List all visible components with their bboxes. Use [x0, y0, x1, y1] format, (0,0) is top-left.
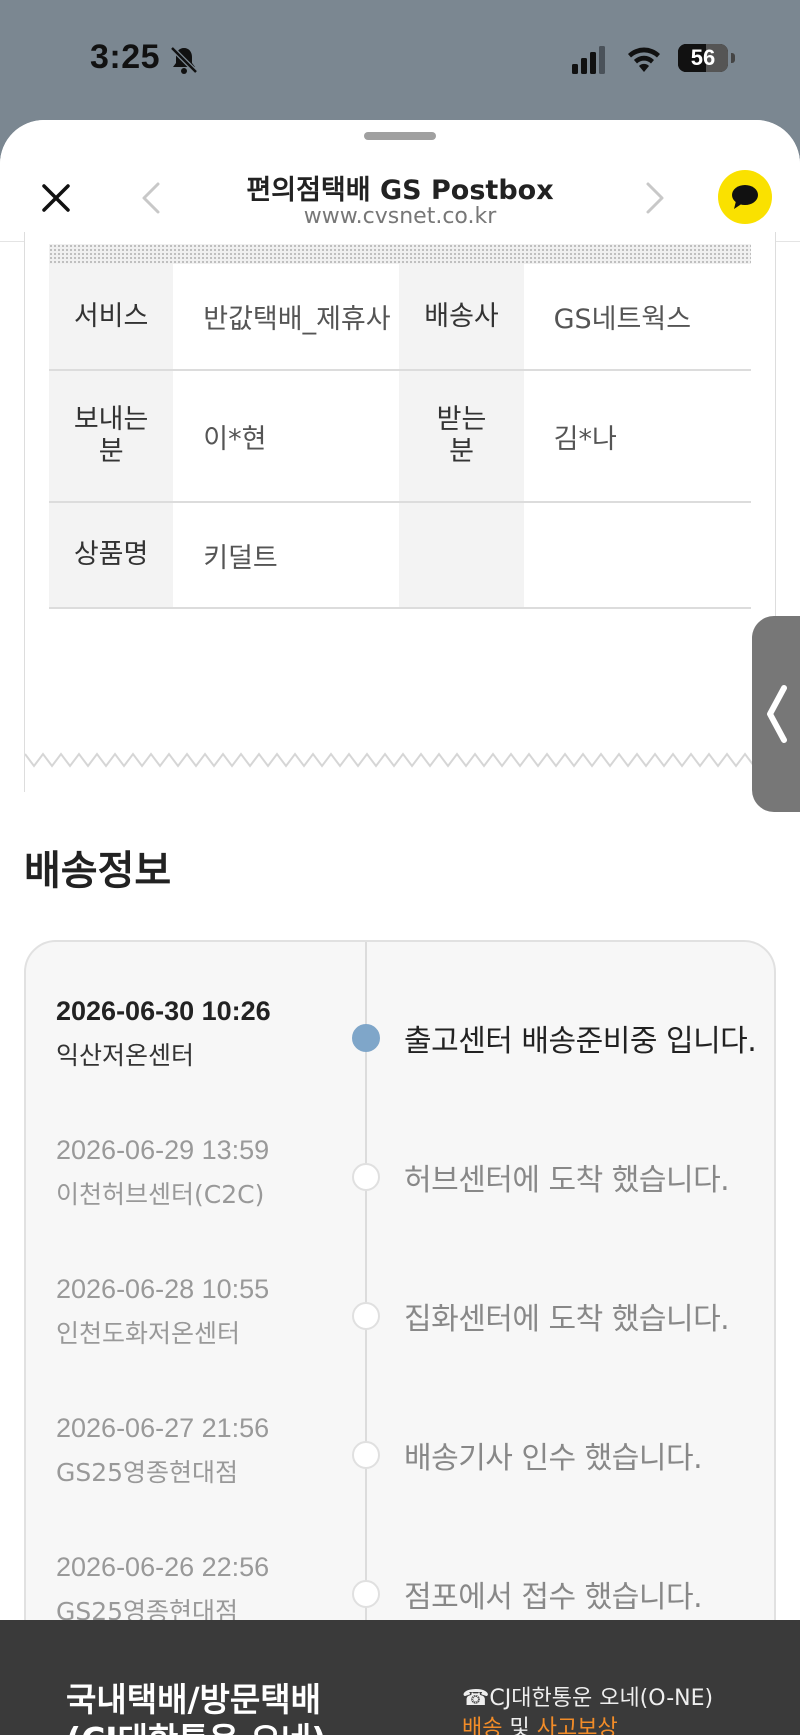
- chevron-right-icon[interactable]: [640, 178, 670, 218]
- browser-sheet: 편의점택배 GS Postbox www.cvsnet.co.kr 서비스 반값…: [0, 120, 800, 1735]
- timeline-event: 2026-06-30 10:26 익산저온센터 출고센터 배송준비중 입니다.: [26, 996, 774, 1096]
- value-product: 키덜트: [173, 502, 400, 609]
- value-carrier: GS네트웍스: [523, 264, 751, 371]
- footer-title: 국내택배/방문택배 (CJ대한통운 오네): [66, 1680, 326, 1735]
- shipment-card: 서비스 반값택배_제휴사 배송사 GS네트웍스 보내는 분 이*현 받는 분 김…: [24, 232, 776, 792]
- battery-level: 56: [690, 45, 716, 70]
- status-bar: 3:25 56: [0, 0, 800, 118]
- event-location: 익산저온센터: [56, 1041, 195, 1070]
- value-sender: 이*현: [173, 370, 400, 503]
- link-and: 및: [509, 1716, 530, 1735]
- event-message: 점포에서 접수 했습니다.: [404, 1580, 703, 1615]
- delivery-timeline: 2026-06-30 10:26 익산저온센터 출고센터 배송준비중 입니다. …: [24, 940, 776, 1681]
- label-sender: 보내는 분: [49, 370, 174, 503]
- timeline-dot: [352, 1163, 380, 1191]
- event-datetime: 2026-06-30 10:26: [56, 996, 271, 1026]
- bell-slash-icon: [170, 46, 198, 74]
- timeline-dot: [352, 1580, 380, 1608]
- event-message: 집화센터에 도착 했습니다.: [404, 1302, 730, 1337]
- footer: 국내택배/방문택배 (CJ대한통운 오네) ☎CJ대한통운 오네(O-NE) 배…: [0, 1620, 800, 1735]
- shipment-info-table: 서비스 반값택배_제휴사 배송사 GS네트웍스 보내는 분 이*현 받는 분 김…: [49, 264, 751, 609]
- event-message: 출고센터 배송준비중 입니다.: [404, 1024, 757, 1059]
- event-location: 인천도화저온센터: [56, 1319, 241, 1348]
- link-compensation[interactable]: 사고보상: [537, 1716, 618, 1735]
- value-recipient: 김*나: [523, 370, 751, 503]
- page-title: 편의점택배 GS Postbox: [246, 175, 554, 206]
- battery-icon: 56: [678, 44, 728, 72]
- event-datetime: 2026-06-27 21:56: [56, 1413, 270, 1443]
- label-recipient: 받는 분: [399, 370, 524, 503]
- receipt-zigzag-edge: [25, 752, 773, 768]
- chevron-left-icon: [767, 685, 787, 743]
- delivery-section-title: 배송정보: [24, 848, 172, 894]
- timeline-event: 2026-06-29 13:59 이천허브센터(C2C) 허브센터에 도착 했습…: [26, 1135, 774, 1235]
- footer-phone: ☎CJ대한통운 오네(O-NE): [462, 1686, 714, 1711]
- link-delivery[interactable]: 배송: [462, 1716, 502, 1735]
- event-location: GS25영종현대점: [56, 1458, 239, 1487]
- label-carrier: 배송사: [399, 264, 524, 371]
- value-service: 반값택배_제휴사: [173, 264, 400, 371]
- label-product: 상품명: [49, 502, 174, 609]
- side-drawer-handle[interactable]: [752, 616, 800, 812]
- page-content: 서비스 반값택배_제휴사 배송사 GS네트웍스 보내는 분 이*현 받는 분 김…: [0, 232, 800, 1735]
- event-message: 배송기사 인수 했습니다.: [404, 1441, 703, 1476]
- label-service: 서비스: [49, 264, 174, 371]
- timeline-event: 2026-06-28 10:55 인천도화저온센터 집화센터에 도착 했습니다.: [26, 1274, 774, 1374]
- battery-tip: [731, 53, 735, 63]
- timeline-dot: [352, 1024, 380, 1052]
- chat-bubble-icon: [732, 185, 758, 209]
- page-url: www.cvsnet.co.kr: [303, 204, 497, 229]
- table-row: 보내는 분 이*현 받는 분 김*나: [49, 370, 751, 503]
- chat-button[interactable]: [718, 170, 772, 224]
- event-datetime: 2026-06-26 22:56: [56, 1552, 270, 1582]
- value-empty: [523, 502, 751, 609]
- event-location: 이천허브센터(C2C): [56, 1180, 265, 1209]
- receipt-perforation: [49, 244, 751, 264]
- status-time: 3:25: [90, 38, 161, 76]
- label-empty: [399, 502, 524, 609]
- event-datetime: 2026-06-29 13:59: [56, 1135, 270, 1165]
- timeline-dot: [352, 1441, 380, 1469]
- browser-nav-bar: 편의점택배 GS Postbox www.cvsnet.co.kr: [0, 120, 800, 242]
- sheet-grabber[interactable]: [364, 132, 436, 140]
- footer-links: 배송 및 사고보상: [462, 1710, 618, 1735]
- cellular-signal-icon: [572, 46, 605, 74]
- wifi-icon: [628, 47, 660, 72]
- table-row: 서비스 반값택배_제휴사 배송사 GS네트웍스: [49, 264, 751, 371]
- event-datetime: 2026-06-28 10:55: [56, 1274, 270, 1304]
- timeline-event: 2026-06-27 21:56 GS25영종현대점 배송기사 인수 했습니다.: [26, 1413, 774, 1513]
- timeline-dot: [352, 1302, 380, 1330]
- event-message: 허브센터에 도착 했습니다.: [404, 1163, 730, 1198]
- table-row: 상품명 키덜트: [49, 502, 751, 609]
